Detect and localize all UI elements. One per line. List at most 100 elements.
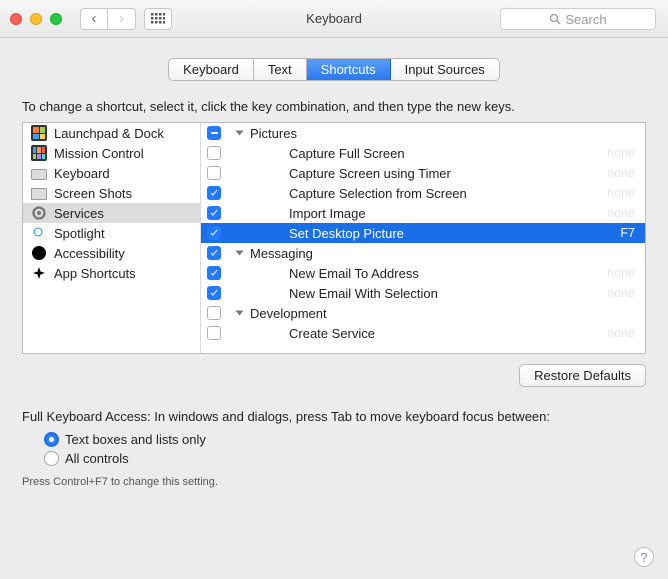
shortcut-checkbox[interactable] — [207, 226, 221, 240]
category-keyboard[interactable]: Keyboard — [23, 163, 200, 183]
grid-icon — [151, 13, 165, 25]
shortcut-label: Messaging — [250, 246, 639, 261]
shortcut-label: Development — [250, 306, 639, 321]
app-icon — [31, 265, 47, 281]
shortcut-label: New Email To Address — [289, 266, 639, 281]
category-label: Accessibility — [54, 246, 125, 261]
fka-footnote: Press Control+F7 to change this setting. — [22, 476, 646, 488]
category-list[interactable]: Launchpad & Dock Mission Control Keyboard S… — [23, 123, 201, 353]
shortcut-checkbox[interactable] — [207, 206, 221, 220]
shortcut-key: none — [607, 286, 635, 300]
zoom-window-button[interactable] — [50, 13, 62, 25]
fka-radio-group: Text boxes and lists only All controls — [44, 432, 646, 466]
titlebar: ‹ › Keyboard Search — [0, 0, 668, 38]
category-label: Services — [54, 206, 104, 221]
category-label: Screen Shots — [54, 186, 132, 201]
fka-radio-option[interactable]: Text boxes and lists only — [44, 432, 646, 447]
shortcut-row[interactable]: Pictures — [201, 123, 645, 143]
window-controls — [10, 13, 62, 25]
shortcut-checkbox[interactable] — [207, 246, 221, 260]
spotlight-icon — [31, 225, 47, 241]
category-mission-control[interactable]: Mission Control — [23, 143, 200, 163]
show-all-prefs-button[interactable] — [144, 8, 172, 30]
shortcut-checkbox[interactable] — [207, 166, 221, 180]
shortcut-label: Create Service — [289, 326, 639, 341]
search-placeholder: Search — [565, 12, 606, 27]
search-field[interactable]: Search — [500, 8, 656, 30]
tab-shortcuts[interactable]: Shortcuts — [307, 59, 391, 80]
shortcut-checkbox[interactable] — [207, 266, 221, 280]
category-label: App Shortcuts — [54, 266, 136, 281]
disclosure-triangle-icon[interactable] — [236, 311, 244, 316]
full-keyboard-access-label: Full Keyboard Access: In windows and dia… — [22, 409, 646, 424]
tab-bar: KeyboardTextShortcutsInput Sources — [22, 58, 646, 81]
screenshot-icon — [31, 185, 47, 201]
tab-keyboard[interactable]: Keyboard — [169, 59, 254, 80]
shortcut-label: Import Image — [289, 206, 639, 221]
forward-button[interactable]: › — [108, 8, 136, 30]
shortcut-row[interactable]: Capture Selection from Screennone — [201, 183, 645, 203]
shortcut-key: none — [607, 266, 635, 280]
shortcut-label: Set Desktop Picture — [289, 226, 639, 241]
category-label: Keyboard — [54, 166, 110, 181]
close-window-button[interactable] — [10, 13, 22, 25]
shortcut-key: none — [607, 326, 635, 340]
nav-buttons: ‹ › — [80, 8, 136, 30]
shortcut-label: Capture Selection from Screen — [289, 186, 639, 201]
category-services[interactable]: Services — [23, 203, 200, 223]
radio-button-icon — [44, 432, 59, 447]
shortcut-row[interactable]: Capture Full Screennone — [201, 143, 645, 163]
category-label: Launchpad & Dock — [54, 126, 164, 141]
category-spotlight[interactable]: Spotlight — [23, 223, 200, 243]
shortcut-checkbox[interactable] — [207, 326, 221, 340]
shortcut-row[interactable]: Import Imagenone — [201, 203, 645, 223]
mission-control-icon — [31, 145, 47, 161]
shortcut-row[interactable]: Messaging — [201, 243, 645, 263]
shortcut-label: New Email With Selection — [289, 286, 639, 301]
category-screen-shots[interactable]: Screen Shots — [23, 183, 200, 203]
shortcut-row[interactable]: Create Servicenone — [201, 323, 645, 343]
shortcut-checkbox[interactable] — [207, 146, 221, 160]
search-icon — [549, 13, 561, 25]
disclosure-triangle-icon[interactable] — [236, 131, 244, 136]
tab-text[interactable]: Text — [254, 59, 307, 80]
help-button[interactable]: ? — [634, 547, 654, 567]
radio-label: All controls — [65, 451, 129, 466]
shortcut-row[interactable]: Development — [201, 303, 645, 323]
shortcut-key: none — [607, 186, 635, 200]
shortcut-label: Capture Full Screen — [289, 146, 639, 161]
category-app-shortcuts[interactable]: App Shortcuts — [23, 263, 200, 283]
fka-radio-option[interactable]: All controls — [44, 451, 646, 466]
shortcut-key: none — [607, 146, 635, 160]
shortcut-panes: Launchpad & Dock Mission Control Keyboard S… — [22, 122, 646, 354]
shortcut-checkbox[interactable] — [207, 306, 221, 320]
restore-defaults-button[interactable]: Restore Defaults — [519, 364, 646, 387]
minimize-window-button[interactable] — [30, 13, 42, 25]
category-label: Spotlight — [54, 226, 105, 241]
shortcut-checkbox[interactable] — [207, 126, 221, 140]
category-label: Mission Control — [54, 146, 144, 161]
keyboard-icon — [31, 165, 47, 181]
category-accessibility[interactable]: Accessibility — [23, 243, 200, 263]
shortcut-row[interactable]: New Email To Addressnone — [201, 263, 645, 283]
instruction-text: To change a shortcut, select it, click t… — [22, 99, 646, 114]
shortcut-label: Pictures — [250, 126, 639, 141]
tab-input-sources[interactable]: Input Sources — [391, 59, 499, 80]
shortcut-key: none — [607, 206, 635, 220]
disclosure-triangle-icon[interactable] — [236, 251, 244, 256]
gear-icon — [31, 205, 47, 221]
radio-label: Text boxes and lists only — [65, 432, 206, 447]
category-launchpad-dock[interactable]: Launchpad & Dock — [23, 123, 200, 143]
shortcut-key: none — [607, 166, 635, 180]
shortcut-row[interactable]: Set Desktop PictureF7 — [201, 223, 645, 243]
shortcut-label: Capture Screen using Timer — [289, 166, 639, 181]
shortcut-checkbox[interactable] — [207, 286, 221, 300]
shortcut-key: F7 — [620, 226, 635, 240]
shortcut-row[interactable]: New Email With Selectionnone — [201, 283, 645, 303]
accessibility-icon — [31, 245, 47, 261]
shortcut-checkbox[interactable] — [207, 186, 221, 200]
back-button[interactable]: ‹ — [80, 8, 108, 30]
shortcut-list[interactable]: PicturesCapture Full ScreennoneCapture S… — [201, 123, 645, 353]
shortcut-row[interactable]: Capture Screen using Timernone — [201, 163, 645, 183]
launchpad-icon — [31, 125, 47, 141]
